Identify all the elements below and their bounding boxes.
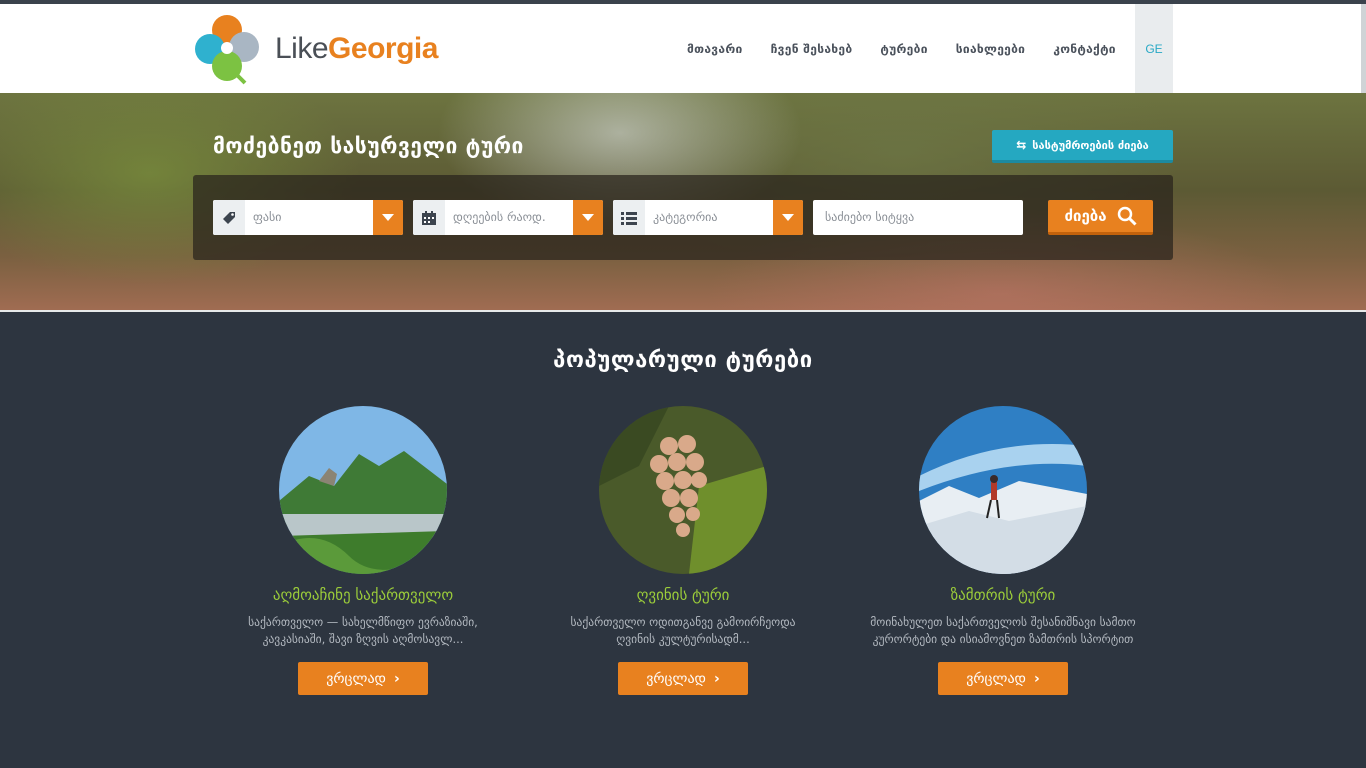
search-button[interactable]: ძიება [1048, 200, 1153, 235]
chevron-down-icon[interactable] [373, 200, 403, 235]
more-label: ვრცლად [646, 670, 706, 687]
hotel-search-label: სასტუმროების ძიება [1032, 138, 1149, 152]
category-placeholder: კატეგორია [653, 210, 718, 224]
tour-description: საქართველო — სახელმწიფო ევრაზიაში, კავკა… [248, 615, 478, 646]
tour-card: აღმოაჩინე საქართველო საქართველო — სახელმ… [203, 406, 523, 695]
tour-description: საქართველო ოდითგანვე გამოირჩეოდა ღვინის … [570, 615, 796, 646]
chevron-down-icon[interactable] [773, 200, 803, 235]
main-nav: მთავარი ჩვენ შესახებ ტურები სიახლეები კო… [673, 4, 1130, 93]
hero-title: მოძებნეთ სასურველი ტური [213, 134, 524, 158]
tour-card: ღვინის ტური საქართველო ოდითგანვე გამოირჩ… [523, 406, 843, 695]
more-label: ვრცლად [966, 670, 1026, 687]
nav-home[interactable]: მთავარი [687, 42, 743, 56]
tour-image-winter[interactable] [919, 406, 1087, 574]
nav-news[interactable]: სიახლეები [956, 42, 1025, 56]
search-icon [1117, 206, 1137, 226]
more-label: ვრცლად [326, 670, 386, 687]
calendar-icon [413, 200, 445, 235]
hero-divider [0, 310, 1366, 312]
more-button[interactable]: ვრცლად › [298, 662, 428, 695]
category-select[interactable]: კატეგორია [613, 200, 803, 235]
tour-title[interactable]: ღვინის ტური [523, 586, 843, 604]
logo[interactable]: LikeGeorgia [193, 12, 453, 86]
tour-image-mountains[interactable] [279, 406, 447, 574]
swap-arrows-icon: ⇆ [1016, 138, 1027, 152]
keyword-placeholder: საძიებო სიტყვა [825, 210, 915, 224]
list-icon [613, 200, 645, 235]
chevron-right-icon: › [394, 670, 400, 687]
search-panel: ფასი დღეების რაოდ. კატეგორია საძიებო სიტ… [193, 175, 1173, 260]
nav-contact[interactable]: კონტაქტი [1053, 42, 1116, 56]
price-tag-icon [213, 200, 245, 235]
days-placeholder: დღეების რაოდ. [453, 210, 546, 224]
more-button[interactable]: ვრცლად › [618, 662, 748, 695]
tour-description: მოინახულეთ საქართველოს შესანიშნავი სამთო… [870, 615, 1136, 646]
tour-card: ზამთრის ტური მოინახულეთ საქართველოს შესა… [843, 406, 1163, 695]
chevron-down-icon[interactable] [573, 200, 603, 235]
tour-image-grapes[interactable] [599, 406, 767, 574]
more-button[interactable]: ვრცლად › [938, 662, 1068, 695]
keyword-input[interactable]: საძიებო სიტყვა [813, 200, 1023, 235]
nav-tours[interactable]: ტურები [880, 42, 927, 56]
site-header: LikeGeorgia მთავარი ჩვენ შესახებ ტურები … [0, 4, 1366, 93]
search-label: ძიება [1064, 207, 1107, 225]
logo-wordmark: LikeGeorgia [275, 32, 438, 65]
nav-about[interactable]: ჩვენ შესახებ [771, 42, 853, 56]
language-switch[interactable]: GE [1135, 4, 1173, 93]
chevron-right-icon: › [1034, 670, 1040, 687]
tour-title[interactable]: ზამთრის ტური [843, 586, 1163, 604]
chevron-right-icon: › [714, 670, 720, 687]
hotel-search-button[interactable]: ⇆ სასტუმროების ძიება [992, 130, 1173, 163]
days-select[interactable]: დღეების რაოდ. [413, 200, 603, 235]
popular-tours-title: პოპულარული ტურები [553, 348, 813, 373]
clover-logo-icon [195, 15, 259, 85]
price-placeholder: ფასი [253, 210, 282, 224]
price-select[interactable]: ფასი [213, 200, 403, 235]
tour-title[interactable]: აღმოაჩინე საქართველო [203, 586, 523, 604]
